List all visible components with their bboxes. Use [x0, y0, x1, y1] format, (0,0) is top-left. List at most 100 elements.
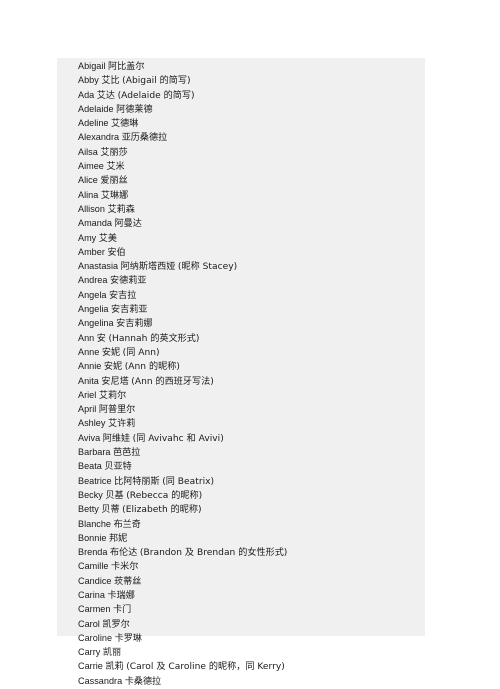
list-item: Beata 贝亚特 [78, 460, 418, 474]
list-item: Ann 安 (Hannah 的英文形式) [78, 332, 418, 346]
list-item: Caroline 卡罗琳 [78, 632, 418, 646]
name-note: (Ann 的西班牙写法) [131, 376, 214, 387]
list-item: Carmen 卡门 [78, 603, 418, 617]
name-chinese: 阿德莱德 [116, 104, 153, 115]
list-item: Brenda 布伦达 (Brandon 及 Brendan 的女性形式) [78, 546, 418, 560]
name-note: (同 Beatrix) [162, 476, 215, 487]
document-page: Abigail 阿比盖尔 Abby 艾比 (Abigail 的简写) Ada 艾达 … [57, 58, 425, 687]
name-english: Angelina [78, 318, 114, 329]
name-english: Ashley [78, 418, 106, 429]
name-chinese: 安吉莉娜 [116, 319, 153, 330]
list-item: Carol 凯罗尔 [78, 618, 418, 632]
list-item: Carry 凯丽 [78, 646, 418, 660]
list-item: Beatrice 比阿特丽斯 (同 Beatrix) [78, 475, 418, 489]
name-chinese: 卡罗琳 [114, 633, 142, 644]
name-english: Andrea [78, 275, 108, 286]
list-item: Anne 安妮 (同 Ann) [78, 346, 418, 360]
name-note: (Adelaide 的简写) [117, 90, 195, 101]
name-english: Anita [78, 375, 99, 386]
name-chinese: 卡门 [113, 605, 132, 616]
name-chinese: 贝蒂 [101, 505, 120, 516]
name-chinese: 阿纳斯塔西娅 [120, 262, 176, 273]
name-english: Blanche [78, 518, 112, 529]
name-english: Bonnie [78, 532, 107, 543]
name-chinese: 卡瑞娜 [107, 590, 135, 601]
name-note: (Rebecca 的昵称) [126, 490, 203, 501]
name-chinese: 安德莉亚 [110, 276, 147, 287]
name-note: (Carol 及 Caroline 的昵称，同 Kerry) [126, 662, 285, 673]
name-chinese: 亚历桑德拉 [121, 133, 168, 144]
name-chinese: 安吉莉亚 [111, 305, 148, 316]
name-note: (同 Avivahc 和 Avivi) [132, 433, 224, 444]
list-item: Amy 艾美 [78, 232, 418, 246]
name-chinese: 凯莉 [105, 662, 124, 673]
list-item: Camille 卡米尔 [78, 560, 418, 574]
list-item: Bonnie 邦妮 [78, 532, 418, 546]
name-note: (Abigail 的简写) [122, 76, 191, 87]
list-item: Abigail 阿比盖尔 [78, 60, 418, 74]
list-item: Becky 贝基 (Rebecca 的昵称) [78, 489, 418, 503]
name-english: Aviva [78, 432, 101, 443]
list-item: Ariel 艾莉尔 [78, 389, 418, 403]
list-item: Betty 贝蒂 (Elizabeth 的昵称) [78, 503, 418, 517]
name-english: Barbara [78, 447, 111, 458]
name-english: Amber [78, 246, 105, 257]
name-english: Amy [78, 232, 97, 243]
name-english: Allison [78, 203, 105, 214]
name-english: Camille [78, 561, 109, 572]
name-chinese: 布兰奇 [113, 519, 141, 530]
name-chinese: 艾德琳 [111, 119, 139, 130]
name-english: Ailsa [78, 146, 98, 157]
name-english: Amanda [78, 218, 112, 229]
list-item: Alexandra 亚历桑德拉 [78, 131, 418, 145]
name-english: Ariel [78, 389, 97, 400]
list-item: Alice 爱丽丝 [78, 174, 418, 188]
name-chinese: 阿维娃 [102, 433, 131, 444]
name-chinese: 安尼塔 [101, 376, 129, 387]
name-chinese: 莰蒂丝 [114, 576, 142, 587]
name-chinese: 艾莉森 [107, 204, 135, 215]
name-chinese: 布伦达 [110, 548, 138, 559]
name-english: Ann [78, 332, 95, 343]
name-english: Carol [78, 618, 100, 629]
name-chinese: 安妮 [101, 347, 121, 358]
name-chinese: 邦妮 [108, 533, 128, 544]
name-chinese: 安妮 [103, 362, 123, 373]
list-item: Adeline 艾德琳 [78, 117, 418, 131]
name-english: Candice [78, 575, 112, 586]
name-english: Becky [78, 489, 103, 500]
list-item: Aimee 艾米 [78, 160, 418, 174]
name-english: Ada [78, 89, 95, 100]
list-item: Angelia 安吉莉亚 [78, 303, 418, 317]
name-english: Anne [78, 346, 100, 357]
list-item: Carrie 凯莉 (Carol 及 Caroline 的昵称，同 Kerry) [78, 660, 418, 674]
name-english: Abby [78, 75, 99, 86]
name-chinese: 艾莉尔 [98, 390, 127, 401]
name-english: Adelaide [78, 103, 114, 114]
name-english: Caroline [78, 632, 113, 643]
list-item: Carina 卡瑞娜 [78, 589, 418, 603]
list-item: Allison 艾莉森 [78, 203, 418, 217]
list-item: Ada 艾达 (Adelaide 的简写) [78, 89, 418, 103]
name-english: Angela [78, 289, 107, 300]
name-english: Beatrice [78, 475, 112, 486]
name-chinese: 芭芭拉 [113, 448, 141, 459]
name-chinese: 阿曼达 [114, 219, 142, 230]
name-note: (Brandon 及 Brendan 的女性形式) [139, 548, 288, 559]
name-chinese: 贝亚特 [104, 462, 132, 473]
name-chinese: 凯丽 [102, 648, 122, 659]
list-item: Aviva 阿维娃 (同 Avivahc 和 Avivi) [78, 432, 418, 446]
name-english: Alice [78, 175, 98, 186]
name-chinese: 艾许莉 [107, 419, 136, 430]
name-chinese: 凯罗尔 [102, 619, 130, 630]
name-english: Betty [78, 504, 99, 515]
name-english: Aimee [78, 161, 104, 172]
list-item: Abby 艾比 (Abigail 的简写) [78, 74, 418, 88]
list-item: Alina 艾琳娜 [78, 189, 418, 203]
name-english: Alina [78, 189, 99, 200]
name-chinese: 爱丽丝 [100, 176, 128, 187]
name-chinese: 安 [96, 333, 106, 344]
name-list: Abigail 阿比盖尔 Abby 艾比 (Abigail 的简写) Ada 艾达 … [78, 60, 418, 689]
name-chinese: 艾琳娜 [100, 190, 129, 201]
list-item: Cassandra 卡桑德拉 [78, 675, 418, 689]
